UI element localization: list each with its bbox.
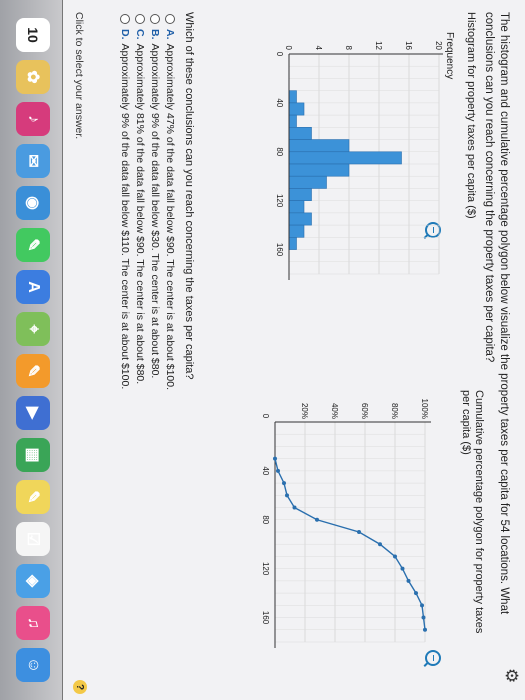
data-point (285, 493, 289, 498)
histogram-bar (288, 188, 312, 201)
dock: 10 ✿ ♪ ✉ ◉ ✎ A ⌖ ✎ ▶ ▦ ✎ ☑ ◈ ♫ ☺ (0, 0, 63, 700)
x-tick-label: 80 (275, 147, 284, 156)
x-tick-label: 40 (275, 98, 284, 107)
histogram-bar (288, 200, 305, 214)
data-point (400, 566, 405, 571)
music-icon[interactable]: ♫ (16, 606, 50, 640)
choice-letter: D. (119, 29, 131, 40)
x-tick-label: 160 (261, 611, 270, 625)
messages-icon[interactable]: ✎ (16, 228, 50, 262)
histogram-bar (288, 114, 297, 128)
data-point (315, 517, 319, 522)
radio-c[interactable] (135, 14, 145, 24)
histogram-bar (288, 237, 297, 250)
polygon-title: Cumulative percentage polygon for proper… (460, 390, 485, 634)
histogram-title: Histogram for property taxes per capita … (465, 12, 477, 219)
answer-choices: A. Approximately 47% of the data fall be… (117, 14, 177, 390)
radio-a[interactable] (165, 14, 175, 24)
x-tick-label: 80 (261, 515, 270, 524)
mail-icon[interactable]: ✉ (16, 144, 50, 178)
x-tick-label: 40 (261, 466, 270, 475)
preview-icon[interactable]: ◈ (16, 564, 50, 598)
choice-letter: B. (149, 29, 161, 40)
choice-c[interactable]: C. Approximately 81% of the data fall be… (133, 14, 147, 390)
choice-d[interactable]: D. Approximately 9% of the data fall bel… (118, 14, 132, 390)
data-point (273, 456, 277, 461)
numbers-icon[interactable]: ▦ (16, 438, 50, 472)
app-store-icon[interactable]: A (16, 270, 50, 304)
x-tick-label: 120 (275, 194, 284, 208)
histogram-bar (288, 139, 350, 153)
choice-text: Approximately 9% of the data fall below … (149, 43, 161, 379)
y-tick-label: 8 (344, 46, 353, 51)
calendar-icon[interactable]: 10 (16, 18, 50, 52)
choice-letter: C. (134, 29, 146, 40)
histogram-bar (288, 127, 312, 140)
data-point (276, 468, 280, 473)
screen: ⚙ The histogram and cumulative percentag… (0, 0, 525, 700)
histogram-bar (288, 212, 312, 226)
choice-text: Approximately 9% of the data fall below … (119, 43, 131, 390)
histogram-chart: Frequency 0 4 8 12 16 20 0 40 80 120 160 (275, 32, 455, 280)
x-tick-label: 0 (261, 414, 270, 419)
y-tick-label: 4 (314, 46, 323, 51)
choice-b[interactable]: B. Approximately 9% of the data fall bel… (148, 14, 162, 390)
data-point (423, 627, 427, 632)
histogram-bar (288, 175, 327, 189)
question-panel: ⚙ The histogram and cumulative percentag… (63, 0, 525, 700)
question-text: The histogram and cumulative percentage … (483, 12, 510, 615)
data-point (282, 481, 286, 486)
cumulative-polygon-chart: 20% 40% 60% 80% 100% 0 40 80 120 160 (261, 399, 431, 648)
y-tick-label: 16 (404, 41, 413, 50)
reminders-icon[interactable]: ☑ (16, 522, 50, 556)
choice-text: Approximately 47% of the data fall below… (164, 43, 176, 391)
keynote-icon[interactable]: ▶ (16, 396, 50, 430)
y-tick-label: 20% (300, 403, 309, 419)
y-tick-label: 40% (330, 403, 339, 419)
choice-a[interactable]: A. Approximately 47% of the data fall be… (163, 14, 177, 390)
finder-icon[interactable]: ☺ (16, 648, 50, 682)
data-point (393, 554, 397, 559)
data-point (406, 578, 411, 583)
itunes-icon[interactable]: ♪ (16, 102, 50, 136)
choice-letter: A. (164, 29, 176, 40)
pages-icon[interactable]: ✎ (16, 354, 50, 388)
y-tick-label: 80% (390, 403, 399, 419)
gear-icon[interactable]: ⚙ (501, 668, 521, 683)
maps-icon[interactable]: ⌖ (16, 312, 50, 346)
choice-text: Approximately 81% of the data fall below… (134, 43, 146, 385)
y-tick-label: 12 (374, 41, 383, 50)
x-tick-label: 0 (275, 52, 284, 57)
x-tick-label: 160 (275, 243, 284, 257)
y-tick-label: 100% (420, 399, 429, 419)
data-point (421, 615, 426, 620)
prompt-text: Which of these conclusions can you reach… (183, 12, 195, 380)
hint-text: Click to select your answer. (73, 12, 85, 140)
y-tick-label: 60% (360, 403, 369, 419)
help-icon[interactable]: ? (73, 680, 87, 694)
y-tick-label: 20 (434, 41, 443, 50)
data-point (420, 603, 424, 608)
histogram-bar (288, 163, 350, 177)
radio-d[interactable] (120, 14, 130, 24)
safari-icon[interactable]: ◉ (16, 186, 50, 220)
y-tick-label: 0 (284, 46, 293, 51)
y-axis-label: Frequency (444, 32, 455, 79)
histogram-bar (288, 224, 305, 238)
data-point (378, 542, 382, 547)
data-point (292, 505, 297, 510)
photos-icon[interactable]: ✿ (16, 60, 50, 94)
histogram-bar (288, 90, 297, 104)
notes-icon[interactable]: ✎ (16, 480, 50, 514)
x-tick-label: 120 (261, 562, 270, 576)
radio-b[interactable] (150, 14, 160, 24)
data-point (357, 530, 361, 534)
histogram-bar (288, 151, 402, 165)
data-point (414, 591, 418, 596)
histogram-bar (288, 102, 305, 116)
